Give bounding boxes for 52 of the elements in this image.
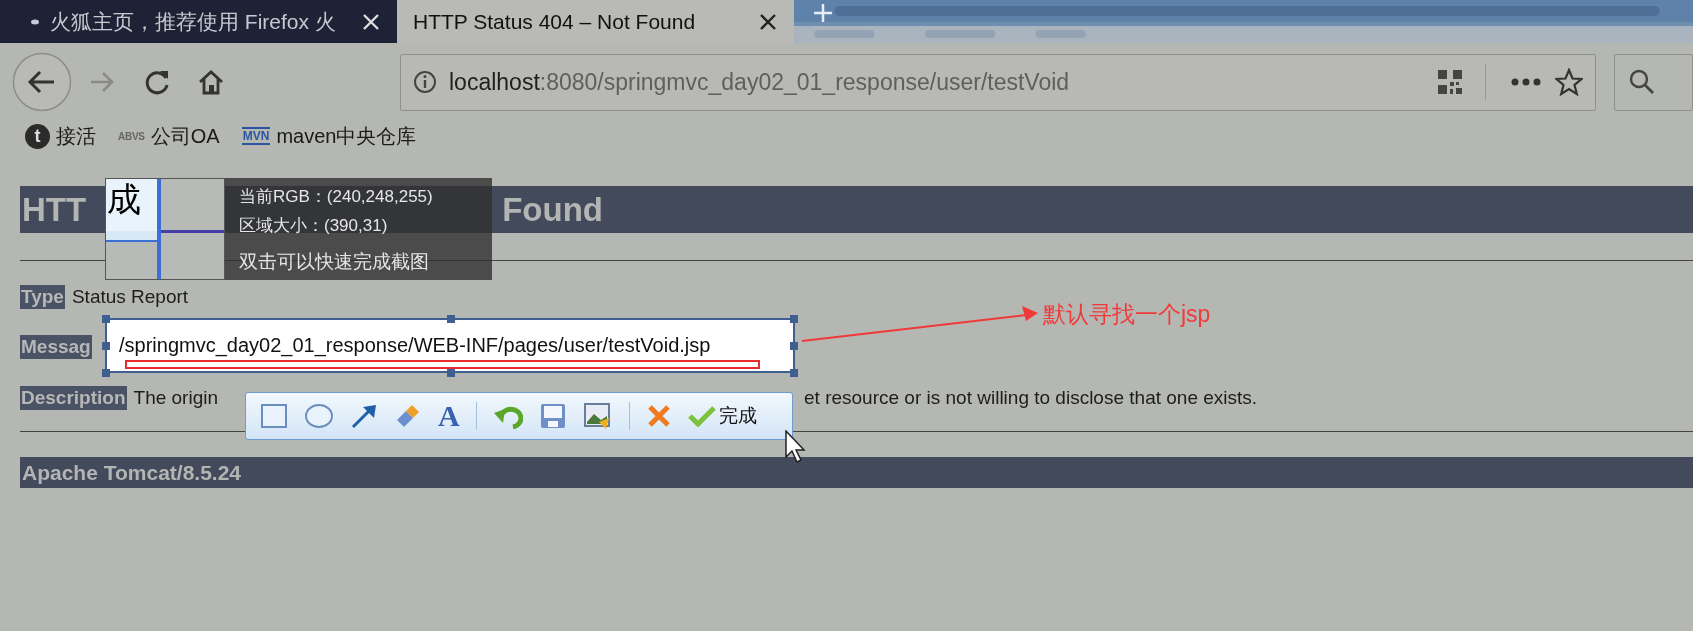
back-button[interactable] xyxy=(12,52,72,112)
arrow-tool-icon[interactable] xyxy=(350,403,378,429)
field-value: The origin xyxy=(133,386,219,410)
bookmark-icon: ABVS xyxy=(118,128,145,144)
text-tool-button[interactable]: A xyxy=(438,401,460,431)
magnifier-glyph: 成 xyxy=(107,182,141,216)
tab-title: HTTP Status 404 – Not Found xyxy=(413,8,697,35)
page-heading: HTT xyxy=(22,189,87,230)
browser-tab[interactable]: HTTP Status 404 – Not Found xyxy=(397,0,794,43)
done-button[interactable]: 完成 xyxy=(687,401,757,431)
new-tab-icon[interactable] xyxy=(812,2,834,24)
field-value: Status Report xyxy=(71,285,189,309)
ellipse-tool-icon[interactable] xyxy=(304,403,334,429)
resize-handle[interactable] xyxy=(102,315,110,323)
search-icon[interactable] xyxy=(1629,69,1656,95)
resize-handle[interactable] xyxy=(790,342,798,350)
hint-text: 双击可以快速完成截图 xyxy=(239,250,430,274)
bookmark-item[interactable]: t 接活 xyxy=(25,121,96,151)
field-label: Messag xyxy=(20,335,92,359)
search-field[interactable] xyxy=(1614,53,1693,111)
check-icon xyxy=(687,405,716,427)
field-label: Type xyxy=(20,285,65,309)
rectangle-tool-icon[interactable] xyxy=(260,403,288,429)
resize-handle[interactable] xyxy=(102,369,110,377)
bookmark-item[interactable]: MVN maven中央仓库 xyxy=(241,121,417,151)
selected-text: /springmvc_day02_01_response/WEB-INF/pages/user/testVoid.jsp xyxy=(119,333,711,359)
bookmark-star-icon[interactable] xyxy=(1555,68,1584,96)
resize-handle[interactable] xyxy=(102,342,110,350)
bookmark-item[interactable]: ABVS 公司OA xyxy=(118,121,220,151)
close-icon[interactable] xyxy=(361,11,381,32)
qr-code-icon[interactable] xyxy=(1437,69,1464,95)
annotation-text: 默认寻找一个jsp xyxy=(1043,300,1211,329)
info-text: 当前RGB：(240,248,255) xyxy=(239,186,434,208)
more-icon[interactable] xyxy=(1511,78,1542,86)
mouse-cursor-icon xyxy=(785,430,807,464)
field-value: et resource or is not willing to disclose that one exists. xyxy=(804,386,1258,410)
tab-title: 火狐主页，推荐使用 Firefox 火 xyxy=(50,8,337,35)
resize-handle[interactable] xyxy=(447,315,455,323)
page-heading: Found xyxy=(502,189,603,230)
field-label: Description xyxy=(20,386,127,410)
url-text: localhost:8080/springmvc_day02_01_response/user/testVoid xyxy=(449,67,1070,97)
image-export-icon[interactable] xyxy=(582,402,613,430)
info-icon[interactable] xyxy=(413,70,437,94)
bookmark-icon: t xyxy=(25,123,50,149)
close-icon[interactable] xyxy=(758,11,778,32)
resize-handle[interactable] xyxy=(790,369,798,377)
footer-text: Apache Tomcat/8.5.24 xyxy=(22,459,242,486)
resize-handle[interactable] xyxy=(447,369,455,377)
resize-handle[interactable] xyxy=(790,315,798,323)
home-button[interactable] xyxy=(197,68,225,96)
address-bar[interactable]: localhost:8080/springmvc_day02_01_response/user/testVoid xyxy=(400,53,1597,111)
info-text: 区域大小：(390,31) xyxy=(239,215,389,237)
